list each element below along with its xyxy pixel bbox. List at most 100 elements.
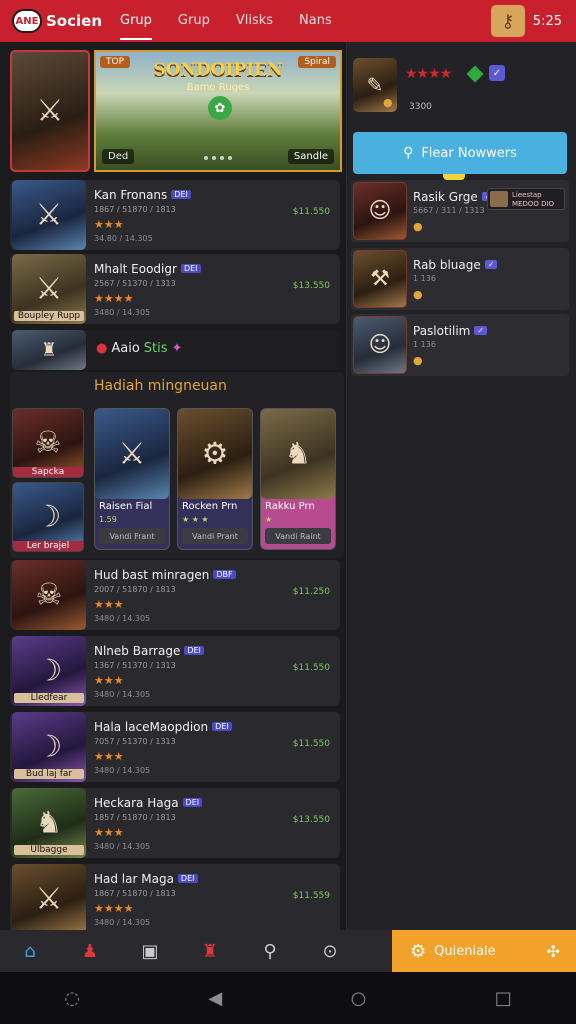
game-size: 3480 / 14.305 <box>94 766 151 775</box>
search-icon[interactable]: ⚲ <box>240 930 300 972</box>
app-name: Socien <box>46 12 102 30</box>
hammer-icon: ⚒ <box>370 266 390 292</box>
carousel-dots[interactable] <box>204 156 232 160</box>
banner-button[interactable]: Sandle <box>287 149 334 164</box>
friend-row[interactable]: ⚒ Rab bluage ✓ 1 136 ● <box>351 248 569 310</box>
game-thumbnail: ☽ Lledfear <box>12 636 86 706</box>
game-size: 3480 / 14.305 <box>94 842 151 851</box>
statue-icon: ♞ <box>284 436 312 472</box>
side-thumb[interactable]: ☠ Sapcka <box>12 408 84 478</box>
promo-image: ♞ <box>261 409 335 499</box>
friend-meta: 1 136 <box>413 274 436 283</box>
game-price: $11.550 <box>292 207 330 217</box>
knight-icon: ⚔ <box>35 197 63 233</box>
coin-icon: ● <box>413 354 423 367</box>
clock: 5:25 <box>532 13 562 29</box>
game-row[interactable]: ⚔ Kan Fronans DEI 1867 / 51870 / 1813 ★★★… <box>10 180 340 250</box>
back-icon[interactable]: ◀ <box>208 988 222 1009</box>
recents-icon[interactable]: □ <box>495 988 512 1009</box>
game-name: Hud bast minragen DBF <box>94 568 236 582</box>
friend-row[interactable]: ☺ Paslotilim ✓ 1 136 ● <box>351 314 569 376</box>
check-badge-icon: ✓ <box>489 65 505 81</box>
featured-hero-card[interactable]: ⚔ <box>10 50 90 172</box>
game-row[interactable]: ☽ Lledfear Nlneb Barrage DEI 1367 / 51370 … <box>10 636 340 706</box>
friend-name: Rab bluage ✓ <box>413 258 498 272</box>
coin-icon: ● <box>383 96 393 109</box>
promo-title: Rakku Prn <box>265 501 315 512</box>
key-icon[interactable]: ⚷ <box>490 5 525 37</box>
promo-card[interactable]: ⚙ Rocken Prn ★ ★ ★ Vandi Prant <box>177 408 253 550</box>
gear-icon: ⚙ <box>410 940 427 962</box>
game-rating: ★★★★ <box>94 902 134 915</box>
game-name: Heckara Haga DEI <box>94 796 203 810</box>
friend-avatar: ☺ <box>353 182 407 240</box>
promo-sub: ★ ★ ★ <box>182 515 209 524</box>
wizard-icon: ☽ <box>35 653 63 689</box>
game-name: Hala laceMaopdion DEI <box>94 720 232 734</box>
friend-extra[interactable]: Lieestap MEDOO DIO <box>487 188 565 210</box>
game-price: $11.550 <box>292 739 330 749</box>
city-icon: ♜ <box>40 339 58 361</box>
friend-name: Rasik Grge✓ <box>413 190 495 204</box>
game-thumbnail: ⚔ Boupley Rupp <box>12 254 86 324</box>
circle-icon[interactable]: ⊙ <box>300 930 360 972</box>
game-meta: 7057 / 51370 / 1313 <box>94 737 176 746</box>
library-icon[interactable]: ▣ <box>120 930 180 972</box>
promo-button[interactable]: Vandi Prant <box>182 528 248 544</box>
rating-stars: ★★★★ <box>405 66 452 82</box>
promo-button[interactable]: Vandi Raint <box>265 528 331 544</box>
profile-icon[interactable]: ♟ <box>60 930 120 972</box>
home-icon[interactable]: ⌂ <box>0 930 60 972</box>
queue-label: Quieniale <box>434 943 496 959</box>
game-meta: 1867 / 51870 / 1813 <box>94 889 176 898</box>
featured-banner[interactable]: TOP Spiral SONDOIPIEN Bamo Ruges ✿ Ded S… <box>94 50 342 172</box>
game-rating: ★★★ <box>94 218 124 231</box>
game-row[interactable]: ♞ Ulbagge Heckara Haga DEI 1857 / 51870 / … <box>10 788 340 858</box>
promo-title: Raisen Fial <box>99 501 153 512</box>
gem-icon <box>466 65 484 83</box>
game-list-column: ⚔ TOP Spiral SONDOIPIEN Bamo Ruges ✿ Ded… <box>0 42 346 934</box>
game-thumbnail: ⚔ <box>12 864 86 934</box>
assistant-icon[interactable]: ◌ <box>64 988 80 1009</box>
game-row[interactable]: ☠ Hud bast minragen DBF 2007 / 51870 / 18… <box>10 560 340 630</box>
tab-grup-2[interactable]: Grup <box>178 3 210 40</box>
game-name: Had lar Maga DEI <box>94 872 198 886</box>
promo-card[interactable]: ♞ Rakku Prn ★ Vandi Raint <box>260 408 336 550</box>
game-row[interactable]: ⚔ Boupley Rupp Mhalt Eoodigr DEI 2567 / 51… <box>10 254 340 324</box>
game-name: Kan Fronans DEI <box>94 188 191 202</box>
home-button-icon[interactable]: ○ <box>351 988 367 1009</box>
promo-title: Rocken Prn <box>182 501 238 512</box>
promo-button[interactable]: Vandi Frant <box>99 528 165 544</box>
top-tabs: Grup Grup Vlisks Nans <box>120 3 358 40</box>
tab-grup-1[interactable]: Grup <box>120 3 152 40</box>
friend-meta: 5667 / 311 / 1313 <box>413 206 485 215</box>
game-row[interactable]: ⚔ Had lar Maga DEI 1867 / 51870 / 1813 ★★… <box>10 864 340 934</box>
weekly-rewards-section: Hadiah mingneuan ☠ Sapcka ☽ Ler brajel ⚔ R… <box>10 372 344 558</box>
section-title: Hadiah mingneuan <box>94 378 227 394</box>
app-logo[interactable]: ANE Socien <box>12 9 102 33</box>
friend-row[interactable]: ☺ Rasik Grge✓ 5667 / 311 / 1313 ● Lieest… <box>351 180 569 242</box>
promo-image: ⚙ <box>178 409 252 499</box>
tab-nans[interactable]: Nans <box>299 3 332 40</box>
warrior-icon: ⚔ <box>36 93 64 129</box>
store-icon[interactable]: ♜ <box>180 930 240 972</box>
game-price: $11.550 <box>292 663 330 673</box>
game-row[interactable]: ☽ Bud laj far Hala laceMaopdion DEI 7057 /… <box>10 712 340 782</box>
logo-mark: ANE <box>12 9 42 33</box>
follow-button[interactable]: ⚲ Flear Nowwers <box>353 132 567 174</box>
game-meta: 2007 / 51870 / 1813 <box>94 585 176 594</box>
expand-icon[interactable]: ✣ <box>547 942 560 961</box>
online-text: ● Aaio Stis ✦ <box>96 341 183 356</box>
game-price: $11.559 <box>292 891 330 901</box>
rewards-summary[interactable]: ✎ ★★★★ ✓ ● 3300 <box>353 50 567 130</box>
online-status-bar[interactable]: ♜ ● Aaio Stis ✦ <box>10 330 340 370</box>
game-meta: 1857 / 51870 / 1813 <box>94 813 176 822</box>
game-price: $13.550 <box>292 281 330 291</box>
side-thumb[interactable]: ☽ Ler brajel <box>12 482 84 552</box>
queue-button[interactable]: ⚙ Quieniale ✣ <box>392 930 576 972</box>
friend-name: Paslotilim ✓ <box>413 324 488 338</box>
game-rating: ★★★ <box>94 598 124 611</box>
game-thumbnail: ⚔ <box>12 180 86 250</box>
tab-vlisks[interactable]: Vlisks <box>236 3 273 40</box>
promo-card[interactable]: ⚔ Raisen Fial 1.59 Vandi Frant <box>94 408 170 550</box>
